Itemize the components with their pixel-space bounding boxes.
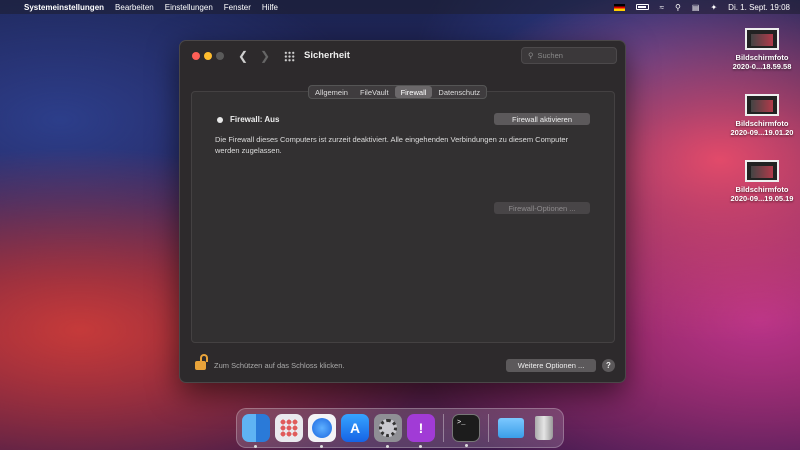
more-options-button[interactable]: Weitere Optionen ... — [506, 359, 596, 372]
tab-datenschutz[interactable]: Datenschutz — [432, 86, 486, 98]
firewall-status-label: Firewall: Aus — [230, 115, 280, 124]
tab-allgemein[interactable]: Allgemein — [309, 86, 354, 98]
firewall-panel: Firewall: Aus Firewall aktivieren Die Fi… — [191, 91, 615, 343]
safari-icon[interactable] — [308, 414, 336, 448]
firewall-status: Firewall: Aus — [217, 115, 280, 124]
lock-hint: Zum Schützen auf das Schloss klicken. — [214, 361, 345, 370]
show-all-grid-icon[interactable] — [284, 51, 295, 62]
search-placeholder: Suchen — [537, 51, 563, 60]
menu-fenster[interactable]: Fenster — [224, 3, 251, 12]
menu-clock[interactable]: Di. 1. Sept. 19:08 — [728, 3, 790, 12]
menu-bearbeiten[interactable]: Bearbeiten — [115, 3, 154, 12]
dock: A ! >_ — [236, 408, 564, 448]
firewall-description: Die Firewall dieses Computers ist zurzei… — [215, 135, 569, 155]
desktop-file-name: Bildschirmfoto — [735, 185, 789, 194]
help-button[interactable]: ? — [602, 359, 615, 372]
launchpad-icon[interactable] — [275, 414, 303, 442]
screenshot-thumbnail-icon — [745, 94, 779, 116]
menu-items: Systemeinstellungen Bearbeiten Einstellu… — [24, 3, 278, 12]
menu-einstellungen[interactable]: Einstellungen — [165, 3, 213, 12]
menu-extras: ≈ ⚲ ▤ ✦ Di. 1. Sept. 19:08 — [613, 3, 800, 12]
input-source-flag-icon[interactable] — [613, 3, 625, 11]
tab-filevault[interactable]: FileVault — [354, 86, 395, 98]
terminal-icon[interactable]: >_ — [452, 414, 480, 447]
menu-hilfe[interactable]: Hilfe — [262, 3, 278, 12]
desktop-file-name: Bildschirmfoto — [735, 53, 789, 62]
battery-icon[interactable] — [635, 4, 649, 10]
screenshot-thumbnail-icon — [745, 28, 779, 50]
firewall-options-button[interactable]: Firewall-Optionen ... — [494, 202, 590, 214]
zoom-button[interactable] — [216, 52, 224, 60]
menu-app-name[interactable]: Systemeinstellungen — [24, 3, 104, 12]
desktop-screenshot-file[interactable]: Bildschirmfoto 2020-0...18.59.58 — [722, 28, 800, 71]
app-store-icon[interactable]: A — [341, 414, 369, 442]
dock-separator — [443, 414, 444, 442]
minimize-button[interactable] — [204, 52, 212, 60]
status-indicator-icon — [217, 116, 223, 123]
desktop-file-date: 2020-0...18.59.58 — [732, 62, 792, 71]
desktop-file-date: 2020-09...19.05.19 — [730, 194, 794, 203]
tab-firewall[interactable]: Firewall — [394, 86, 433, 98]
system-preferences-icon[interactable] — [374, 414, 402, 448]
security-preferences-window: ❮ ❯ Sicherheit ⚲ Suchen Firewall: Aus Fi… — [179, 40, 626, 383]
dock-separator — [488, 414, 489, 442]
finder-icon[interactable] — [242, 414, 270, 448]
control-center-icon[interactable]: ▤ — [692, 3, 700, 12]
window-titlebar: ❮ ❯ Sicherheit ⚲ Suchen — [180, 41, 625, 71]
downloads-folder-icon[interactable] — [497, 414, 525, 442]
feedback-assistant-icon[interactable]: ! — [407, 414, 435, 448]
close-button[interactable] — [192, 52, 200, 60]
back-chevron-icon[interactable]: ❮ — [238, 49, 248, 63]
menu-bar: Systemeinstellungen Bearbeiten Einstellu… — [0, 0, 800, 14]
tab-bar: Allgemein FileVault Firewall Datenschutz — [308, 85, 488, 99]
wifi-icon[interactable]: ≈ — [660, 3, 664, 12]
desktop-file-name: Bildschirmfoto — [735, 119, 789, 128]
search-field[interactable]: ⚲ Suchen — [521, 47, 617, 64]
window-title: Sicherheit — [304, 50, 350, 61]
lock-icon[interactable] — [195, 354, 208, 370]
siri-icon[interactable]: ✦ — [710, 3, 717, 12]
spotlight-icon[interactable]: ⚲ — [675, 3, 681, 12]
trash-icon[interactable] — [530, 414, 558, 442]
screenshot-thumbnail-icon — [745, 160, 779, 182]
desktop-screenshot-file[interactable]: Bildschirmfoto 2020-09...19.01.20 — [722, 94, 800, 137]
desktop-screenshot-file[interactable]: Bildschirmfoto 2020-09...19.05.19 — [722, 160, 800, 203]
forward-chevron-icon[interactable]: ❯ — [260, 49, 270, 63]
desktop-file-date: 2020-09...19.01.20 — [730, 128, 794, 137]
activate-firewall-button[interactable]: Firewall aktivieren — [494, 113, 590, 125]
search-icon: ⚲ — [528, 51, 534, 60]
